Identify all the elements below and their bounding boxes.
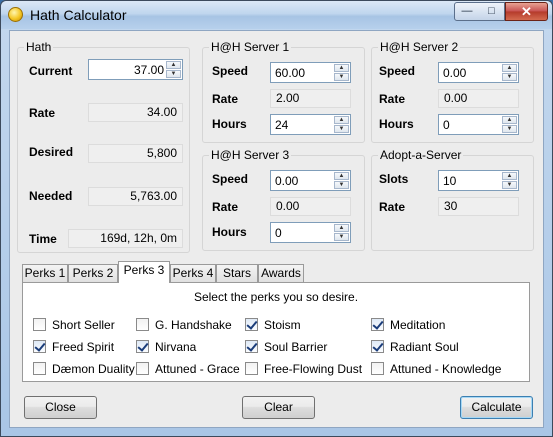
server3-rate-label: Rate	[212, 200, 239, 214]
server2-hours-label: Hours	[379, 117, 414, 131]
server1-speed-stepper[interactable]: ▲▼	[270, 62, 351, 83]
spin-up-icon[interactable]: ▲	[166, 61, 181, 69]
app-icon	[8, 7, 23, 22]
server3-hours-label: Hours	[212, 225, 247, 239]
current-stepper[interactable]: ▲▼	[88, 59, 183, 80]
checkbox-checked[interactable]	[245, 340, 258, 353]
server2-speed-label: Speed	[379, 64, 416, 78]
close-button[interactable]: Close	[24, 396, 97, 419]
server3-rate-value: 0.00	[270, 197, 351, 216]
server1-rate-label: Rate	[212, 92, 239, 106]
tab-stars[interactable]: Stars	[216, 264, 258, 282]
server1-group-title: H@H Server 1	[209, 40, 292, 54]
spin-down-icon[interactable]: ▼	[166, 70, 181, 78]
checkbox-checked[interactable]	[33, 340, 46, 353]
server3-hours-stepper[interactable]: ▲▼	[270, 222, 351, 243]
needed-label: Needed	[29, 189, 73, 203]
close-window-button[interactable]: ✕	[505, 2, 548, 21]
server3-group-title: H@H Server 3	[209, 148, 292, 162]
spin-down-icon[interactable]: ▼	[334, 73, 349, 81]
server3-group: H@H Server 3 Speed ▲▼ Rate 0.00 Hours ▲▼	[202, 148, 365, 251]
spin-down-icon[interactable]: ▼	[334, 181, 349, 189]
perks-3-panel: Select the perks you so desire. Short Se…	[22, 282, 530, 382]
spin-up-icon[interactable]: ▲	[334, 224, 349, 232]
server1-speed-input[interactable]	[273, 64, 332, 81]
tab-perks-4[interactable]: Perks 4	[170, 264, 216, 282]
rate-value: 34.00	[88, 103, 183, 122]
checkbox[interactable]	[33, 362, 46, 375]
checkbox[interactable]	[371, 362, 384, 375]
needed-value: 5,763.00	[88, 187, 183, 206]
spin-down-icon[interactable]: ▼	[334, 125, 349, 133]
tab-awards[interactable]: Awards	[258, 264, 304, 282]
server3-hours-input[interactable]	[273, 224, 332, 241]
rate-label: Rate	[29, 106, 56, 120]
spin-up-icon[interactable]: ▲	[334, 116, 349, 124]
adopt-rate-value: 30	[438, 197, 519, 216]
slots-stepper[interactable]: ▲▼	[438, 170, 519, 191]
server3-speed-stepper[interactable]: ▲▼	[270, 170, 351, 191]
server2-group-title: H@H Server 2	[378, 40, 461, 54]
server1-hours-input[interactable]	[273, 116, 332, 133]
spin-up-icon[interactable]: ▲	[502, 172, 517, 180]
current-input[interactable]	[91, 61, 164, 78]
server1-group: H@H Server 1 Speed ▲▼ Rate 2.00 Hours ▲▼	[202, 40, 365, 143]
checkbox-checked[interactable]	[371, 318, 384, 331]
adopt-rate-label: Rate	[379, 200, 406, 214]
server2-rate-label: Rate	[379, 92, 406, 106]
checkbox-checked[interactable]	[136, 340, 149, 353]
checkbox[interactable]	[136, 362, 149, 375]
checkbox[interactable]	[33, 318, 46, 331]
perks-heading: Select the perks you so desire.	[193, 290, 359, 304]
server2-hours-stepper[interactable]: ▲▼	[438, 114, 519, 135]
tab-perks-3[interactable]: Perks 3	[118, 261, 170, 283]
hath-group: Hath Current ▲▼ Rate 34.00 Desired 5,800…	[17, 40, 190, 253]
time-label: Time	[29, 232, 57, 246]
tab-perks-1[interactable]: Perks 1	[22, 264, 68, 282]
spin-up-icon[interactable]: ▲	[502, 64, 517, 72]
client-area: Hath Current ▲▼ Rate 34.00 Desired 5,800…	[9, 30, 544, 428]
clear-button[interactable]: Clear	[242, 396, 315, 419]
spin-up-icon[interactable]: ▲	[334, 172, 349, 180]
minimize-button[interactable]: —	[454, 2, 480, 21]
slots-label: Slots	[379, 172, 409, 186]
server3-speed-label: Speed	[212, 172, 249, 186]
spin-down-icon[interactable]: ▼	[502, 73, 517, 81]
title-bar[interactable]: Hath Calculator — □ ✕	[1, 1, 552, 29]
maximize-button[interactable]: □	[479, 2, 505, 21]
checkbox[interactable]	[136, 318, 149, 331]
adopt-group-title: Adopt-a-Server	[378, 148, 464, 162]
server2-speed-input[interactable]	[441, 64, 500, 81]
server1-hours-label: Hours	[212, 117, 247, 131]
spin-down-icon[interactable]: ▼	[334, 233, 349, 241]
checkbox[interactable]	[245, 362, 258, 375]
adopt-group: Adopt-a-Server Slots ▲▼ Rate 30	[371, 148, 534, 251]
server2-group: H@H Server 2 Speed ▲▼ Rate 0.00 Hours ▲▼	[371, 40, 534, 143]
desired-value[interactable]: 5,800	[88, 144, 183, 163]
spin-up-icon[interactable]: ▲	[502, 116, 517, 124]
current-label: Current	[29, 64, 73, 78]
hath-calculator-window: Hath Calculator — □ ✕ Hath Current ▲▼ Ra…	[0, 0, 553, 437]
spin-down-icon[interactable]: ▼	[502, 181, 517, 189]
window-title: Hath Calculator	[30, 7, 127, 23]
server2-speed-stepper[interactable]: ▲▼	[438, 62, 519, 83]
server2-rate-value: 0.00	[438, 89, 519, 108]
calculate-button[interactable]: Calculate	[460, 396, 533, 419]
spin-up-icon[interactable]: ▲	[334, 64, 349, 72]
server1-rate-value: 2.00	[270, 89, 351, 108]
server3-speed-input[interactable]	[273, 172, 332, 189]
server2-hours-input[interactable]	[441, 116, 500, 133]
tab-perks-2[interactable]: Perks 2	[68, 264, 118, 282]
time-value: 169d, 12h, 0m	[68, 229, 183, 248]
checkbox-checked[interactable]	[371, 340, 384, 353]
desired-label: Desired	[29, 145, 74, 159]
spin-down-icon[interactable]: ▼	[502, 125, 517, 133]
server1-hours-stepper[interactable]: ▲▼	[270, 114, 351, 135]
server1-speed-label: Speed	[212, 64, 249, 78]
slots-input[interactable]	[441, 172, 500, 189]
hath-group-title: Hath	[24, 40, 54, 54]
checkbox-checked[interactable]	[245, 318, 258, 331]
